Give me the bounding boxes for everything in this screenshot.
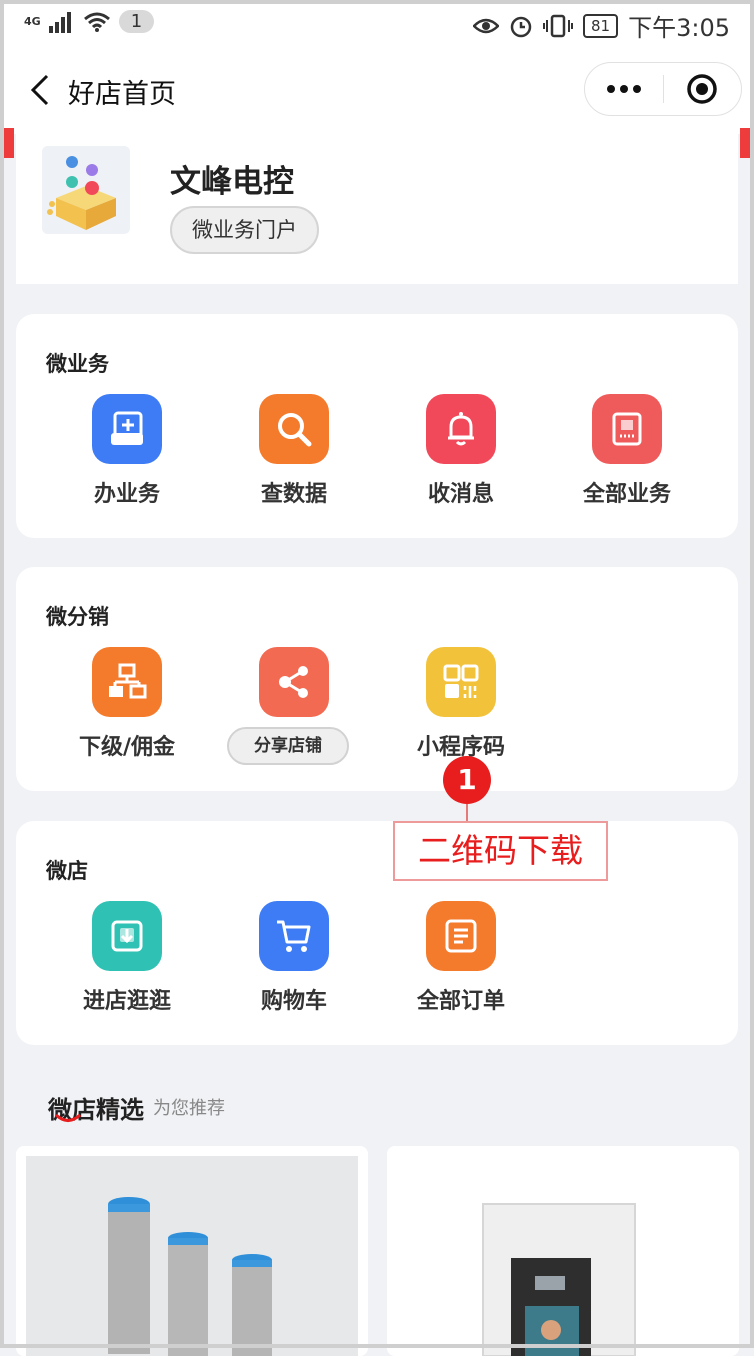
org-chart-icon <box>92 647 162 717</box>
mini-program-capsule <box>584 62 742 116</box>
section-title: 微分销 <box>46 605 109 629</box>
item-label: 进店逛逛 <box>82 989 171 1014</box>
page-title: 好店首页 <box>68 79 176 110</box>
target-circle-icon <box>687 74 717 104</box>
item-messages[interactable]: 收消息 <box>378 394 544 524</box>
item-check-data[interactable]: 查数据 <box>211 394 377 524</box>
item-label: 下级/佣金 <box>78 735 176 760</box>
cart-icon <box>259 901 329 971</box>
qr-code-icon <box>426 647 496 717</box>
add-document-icon <box>92 394 162 464</box>
share-store-button[interactable]: 分享店铺 <box>227 727 349 765</box>
item-cart[interactable]: 购物车 <box>211 901 377 1031</box>
enter-store-icon <box>92 901 162 971</box>
wifi-icon <box>83 12 110 32</box>
notification-count: 1 <box>118 10 155 33</box>
item-label: 收消息 <box>427 482 494 507</box>
section-title: 微店 <box>46 859 88 883</box>
item-share-store[interactable]: 分享店铺 <box>211 647 377 777</box>
eye-icon <box>473 18 499 33</box>
status-bar: 4G 1 81 下午3:05 <box>0 0 754 48</box>
store-header: 文峰电控 微业务门户 <box>16 134 738 284</box>
product-card[interactable] <box>387 1146 739 1356</box>
item-visit-store[interactable]: 进店逛逛 <box>44 901 210 1031</box>
annotation-label: 二维码下载 <box>393 821 608 881</box>
item-do-business[interactable]: 办业务 <box>44 394 210 524</box>
product-image <box>26 1156 358 1356</box>
item-subordinates[interactable]: 下级/佣金 <box>44 647 210 777</box>
network-label: 4G <box>24 15 41 28</box>
annotation-pointer <box>466 804 468 822</box>
store-name: 文峰电控 <box>170 164 294 200</box>
receipt-icon <box>592 394 662 464</box>
left-edge-marker <box>4 128 14 158</box>
vibrate-icon <box>543 14 573 37</box>
signal-icon <box>48 11 71 33</box>
right-edge-marker <box>740 128 750 158</box>
clock: 下午3:05 <box>628 14 730 42</box>
nav-bar: 好店首页 <box>0 48 754 134</box>
item-label: 查数据 <box>260 482 327 507</box>
item-label: 全部订单 <box>416 989 505 1014</box>
portal-button[interactable]: 微业务门户 <box>170 206 319 254</box>
bell-icon <box>426 394 496 464</box>
close-mini-program-button[interactable] <box>664 63 742 115</box>
annotation-badge: 1 <box>443 756 491 804</box>
store-logo <box>42 146 130 234</box>
order-list-icon <box>426 901 496 971</box>
battery-level: 81 <box>583 13 619 38</box>
box-logo-icon <box>42 146 130 234</box>
item-label: 办业务 <box>93 482 160 507</box>
more-dots-icon <box>606 85 641 93</box>
smile-underline-icon <box>54 1113 82 1122</box>
item-label: 全部业务 <box>582 482 671 507</box>
back-arrow-icon <box>30 74 49 106</box>
section-business: 微业务 办业务 查数据 收消息 全部业务 <box>16 314 738 538</box>
section-distribution: 微分销 下级/佣金 分享店铺 小程序码 <box>16 567 738 791</box>
product-card[interactable] <box>16 1146 368 1356</box>
alarm-icon <box>510 16 532 37</box>
recommend-subtitle: 为您推荐 <box>153 1098 225 1119</box>
share-icon <box>259 647 329 717</box>
section-micro-store: 微店 进店逛逛 购物车 全部订单 <box>16 821 738 1045</box>
product-image <box>387 1146 739 1356</box>
search-icon <box>259 394 329 464</box>
section-title: 微业务 <box>46 352 109 376</box>
item-label: 购物车 <box>260 989 327 1014</box>
item-all-orders[interactable]: 全部订单 <box>378 901 544 1031</box>
more-button[interactable] <box>585 63 663 115</box>
back-button[interactable] <box>22 70 58 110</box>
item-all-business[interactable]: 全部业务 <box>544 394 710 524</box>
